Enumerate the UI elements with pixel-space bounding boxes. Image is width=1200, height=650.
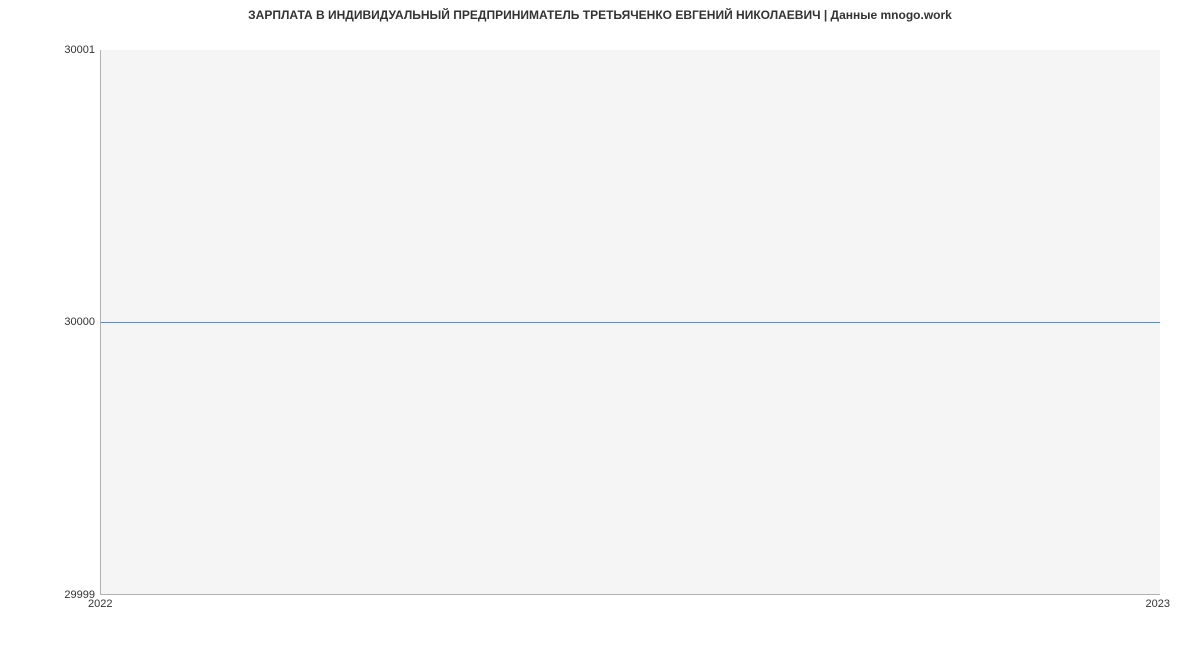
- x-tick-right: 2023: [1146, 598, 1170, 610]
- series-line: [101, 322, 1160, 323]
- x-tick-left: 2022: [88, 598, 112, 610]
- salary-chart: ЗАРПЛАТА В ИНДИВИДУАЛЬНЫЙ ПРЕДПРИНИМАТЕЛ…: [0, 0, 1200, 650]
- plot-area: [100, 50, 1160, 595]
- chart-title: ЗАРПЛАТА В ИНДИВИДУАЛЬНЫЙ ПРЕДПРИНИМАТЕЛ…: [0, 8, 1200, 22]
- y-tick-top: 30001: [5, 44, 95, 56]
- y-tick-mid: 30000: [5, 316, 95, 328]
- y-tick-bot: 29999: [5, 589, 95, 601]
